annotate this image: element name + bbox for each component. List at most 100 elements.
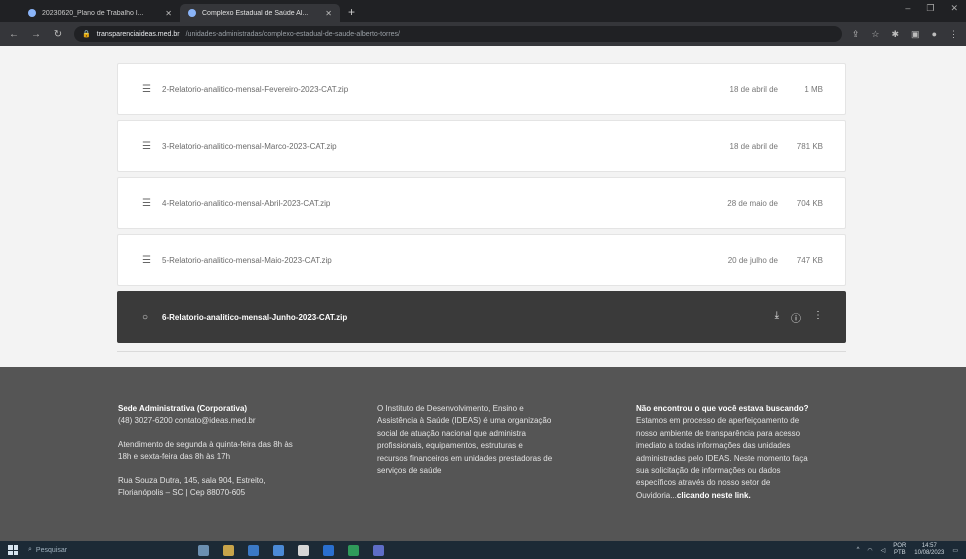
star-icon[interactable]: ☆ [871,29,879,40]
wifi-icon[interactable]: ◠ [867,547,872,554]
footer-help-line: Estamos em processo de aperfeiçoamento d… [636,416,800,426]
file-size: 704 KB [796,198,823,208]
footer-help-line: administradas pelo IDEAS. Neste momento … [636,453,808,463]
system-tray: ^ ◠ ◁ POR PTB 14:57 10/08/2023 ▭ [857,543,958,556]
browser-tab-plano[interactable]: 20230620_Plano de Trabalho I... ✕ [20,4,180,22]
file-row-selected[interactable]: ○ 6-Relatorio-analitico-mensal-Junho-202… [117,291,846,343]
file-row[interactable]: ☰ 2-Relatorio-analitico-mensal-Fevereiro… [117,63,846,115]
footer-contact: (48) 3027-6200 contato@ideas.med.br [118,416,256,426]
footer-col-help: Não encontrou o que você estava buscando… [636,403,896,502]
footer-col-headquarters: Sede Administrativa (Corporativa) (48) 3… [118,403,363,499]
file-name: 6-Relatorio-analitico-mensal-Junho-2023-… [162,312,348,322]
clock[interactable]: 14:57 10/08/2023 [914,543,944,556]
reload-icon[interactable]: ↻ [52,29,64,40]
file-row[interactable]: ☰ 3-Relatorio-analitico-mensal-Marco-202… [117,120,846,172]
file-explorer-icon[interactable] [223,544,234,556]
footer-about-line: recursos financeiros em unidades prestad… [377,453,553,463]
footer-heading: Sede Administrativa (Corporativa) [118,404,248,413]
clock-time: 14:57 [921,543,937,550]
browser-toolbar: ← → ↻ 🔒 transparenciaideas.med.br/unidad… [0,22,966,46]
profile-icon[interactable]: ● [932,29,937,40]
footer-help-line: nosso ambiente de transparência para ace… [636,428,801,438]
file-name: 5-Relatorio-analitico-mensal-Maio-2023-C… [162,255,332,265]
clock-date: 10/08/2023 [914,550,945,556]
page-content: ☰ 2-Relatorio-analitico-mensal-Fevereiro… [0,46,966,367]
chevron-up-icon[interactable]: ^ [857,547,860,553]
chrome-icon[interactable] [298,544,309,556]
task-view-icon[interactable] [198,544,209,556]
notifications-icon[interactable]: ▭ [952,547,958,554]
file-row[interactable]: ☰ 5-Relatorio-analitico-mensal-Maio-2023… [117,234,846,286]
more-options-icon[interactable]: ⋮ [813,310,823,325]
footer-hours: 18h e sexta-feira das 8h às 17h [118,452,231,462]
url-host: transparenciaideas.med.br [96,30,180,38]
address-bar[interactable]: 🔒 transparenciaideas.med.br/unidades-adm… [74,26,842,42]
footer-ouvidoria-text: Ouvidoria... [636,490,677,500]
file-date: 18 de abril de [729,141,778,151]
lock-icon[interactable]: 🔒 [82,30,91,38]
back-icon[interactable]: ← [8,29,20,40]
file-row[interactable]: ☰ 4-Relatorio-analitico-mensal-Abril-202… [117,177,846,229]
ouvidoria-link[interactable]: clicando neste link. [677,491,751,500]
file-name: 2-Relatorio-analitico-mensal-Fevereiro-2… [162,84,349,94]
edge-icon[interactable] [248,544,259,556]
footer-help-line: específicos através do nosso setor de [636,478,771,488]
file-zip-icon: ☰ [142,197,151,209]
site-footer: Sede Administrativa (Corporativa) (48) 3… [0,367,966,541]
lang-layout: PTB [893,550,906,556]
file-actions: ⤓ ⓘ ⋮ [775,310,823,325]
close-tab-icon[interactable]: ✕ [165,9,172,18]
windows-start-icon[interactable] [8,545,18,555]
file-zip-icon: ☰ [142,83,151,95]
footer-about-line: O Instituto de Desenvolvimento, Ensino e [377,404,524,413]
file-date: 28 de maio de [727,198,778,208]
file-name: 3-Relatorio-analitico-mensal-Marco-2023-… [162,141,337,151]
language-indicator[interactable]: POR PTB [893,543,906,556]
extensions-icon[interactable]: ✱ [892,29,900,40]
taskbar-search[interactable]: ⌕ Pesquisar [28,543,148,557]
lang-code: POR [893,543,907,550]
info-icon[interactable]: ⓘ [791,310,801,325]
store-icon[interactable] [273,544,284,556]
maximize-icon[interactable]: ❐ [926,3,934,14]
file-size: 1 MB [804,84,823,94]
teams-icon[interactable] [373,544,384,556]
footer-help-line: imediato a todas informações das unidade… [636,441,791,451]
tab-title: 20230620_Plano de Trabalho I... [42,9,144,17]
search-icon: ⌕ [28,546,32,553]
volume-icon[interactable]: ◁ [881,547,886,554]
file-name: 4-Relatorio-analitico-mensal-Abril-2023-… [162,198,331,208]
footer-about-line: Assistência à Saúde (IDEAS) é uma organi… [377,416,552,426]
footer-address: Rua Souza Dutra, 145, sala 904, Estreito… [118,475,266,485]
minimize-icon[interactable]: – [905,3,910,14]
menu-icon[interactable]: ⋮ [949,29,958,40]
file-zip-icon: ☰ [142,140,151,152]
window-controls: – ❐ ✕ [905,3,958,14]
browser-tab-complexo[interactable]: Complexo Estadual de Saúde Al... ✕ [180,4,340,22]
new-tab-icon[interactable]: + [340,5,363,22]
browser-tab-bar: 20230620_Plano de Trabalho I... ✕ Comple… [0,0,966,22]
download-icon[interactable]: ⤓ [775,310,779,325]
divider [117,351,846,352]
footer-about-line: profissionais, equipamentos, estruturas … [377,441,523,451]
file-date: 20 de julho de [727,255,778,265]
footer-help-line: sua solicitação de informações ou dados [636,465,781,475]
footer-heading: Não encontrou o que você estava buscando… [636,404,809,413]
os-taskbar: ⌕ Pesquisar ^ ◠ ◁ POR PTB 14:57 10/08/20… [0,541,966,559]
tab-favicon-icon [188,9,196,17]
close-window-icon[interactable]: ✕ [950,3,958,14]
footer-help-line: Ouvidoria...clicando neste link. [636,490,896,502]
radio-circle-icon: ○ [142,311,149,323]
footer-col-about: O Instituto de Desenvolvimento, Ensino e… [377,403,622,477]
close-tab-icon[interactable]: ✕ [325,9,332,18]
outlook-icon[interactable] [323,544,334,556]
excel-icon[interactable] [348,544,359,556]
url-path: /unidades-administradas/complexo-estadua… [185,30,400,38]
footer-about-line: social de atuação nacional que administr… [377,428,526,438]
toolbar-actions: ⇪ ☆ ✱ ▣ ● ⋮ [852,29,958,40]
taskbar-search-placeholder: Pesquisar [35,546,68,554]
share-icon[interactable]: ⇪ [852,29,860,40]
tab-favicon-icon [28,9,36,17]
forward-icon[interactable]: → [30,29,42,40]
sidebar-icon[interactable]: ▣ [911,29,920,40]
